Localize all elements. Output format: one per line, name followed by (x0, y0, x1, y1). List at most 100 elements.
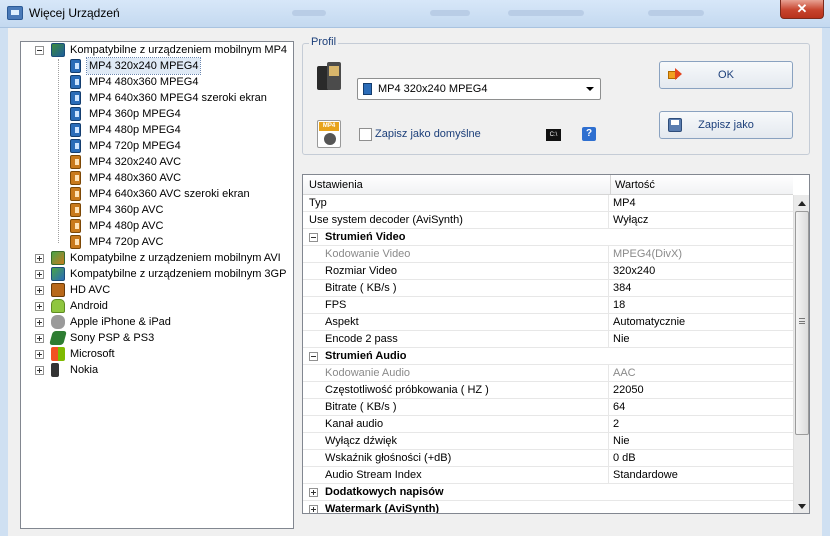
grid-row[interactable]: Audio Stream Index Standardowe (303, 467, 793, 484)
grid-row-value[interactable]: 22050 (613, 384, 644, 396)
tree-group-label[interactable]: Kompatybilne z urządzeniem mobilnym AVI (70, 250, 281, 266)
grid-row-value[interactable]: 64 (613, 401, 625, 413)
grid-row[interactable]: Use system decoder (AviSynth) Wyłącz (303, 212, 793, 229)
tree-group[interactable]: Nokia (21, 362, 293, 378)
expand-icon[interactable] (35, 254, 44, 263)
grid-row[interactable]: Wskaźnik głośności (+dB) 0 dB (303, 450, 793, 467)
collapse-icon[interactable] (309, 352, 318, 361)
grid-row-value[interactable]: 320x240 (613, 265, 655, 277)
expand-icon[interactable] (35, 286, 44, 295)
tree-item[interactable]: MP4 480p AVC (21, 218, 293, 234)
expand-icon[interactable] (35, 270, 44, 279)
tree-group[interactable]: Android (21, 298, 293, 314)
device-tree[interactable]: Kompatybilne z urządzeniem mobilnym MP4 M… (20, 41, 294, 529)
tree-group[interactable]: HD AVC (21, 282, 293, 298)
tree-item-label[interactable]: MP4 720p AVC (89, 234, 163, 250)
grid-row[interactable]: Typ MP4 (303, 195, 793, 212)
tree-item[interactable]: MP4 320x240 AVC (21, 154, 293, 170)
profile-select[interactable]: MP4 320x240 MPEG4 (357, 78, 601, 100)
tree-group[interactable]: Kompatybilne z urządzeniem mobilnym AVI (21, 250, 293, 266)
ok-button[interactable]: OK (659, 61, 793, 89)
expand-icon[interactable] (35, 350, 44, 359)
tree-item-label[interactable]: MP4 360p AVC (89, 202, 163, 218)
grid-category[interactable]: Strumień Video (303, 229, 793, 246)
grid-row[interactable]: FPS 18 (303, 297, 793, 314)
scrollbar-thumb[interactable] (795, 211, 809, 435)
tree-group[interactable]: Kompatybilne z urządzeniem mobilnym 3GP (21, 266, 293, 282)
tree-item[interactable]: MP4 720p AVC (21, 234, 293, 250)
grid-row-value[interactable]: AAC (613, 367, 636, 379)
grid-row[interactable]: Rozmiar Video 320x240 (303, 263, 793, 280)
tree-group[interactable]: Sony PSP & PS3 (21, 330, 293, 346)
save-default-checkbox[interactable] (359, 128, 372, 141)
tree-item[interactable]: MP4 480p MPEG4 (21, 122, 293, 138)
tree-group-label[interactable]: Kompatybilne z urządzeniem mobilnym 3GP (70, 266, 286, 282)
tree-item[interactable]: MP4 480x360 AVC (21, 170, 293, 186)
tree-item-label[interactable]: MP4 480p AVC (89, 218, 163, 234)
expand-icon[interactable] (35, 334, 44, 343)
grid-row[interactable]: Aspekt Automatycznie (303, 314, 793, 331)
tree-item-label[interactable]: MP4 320x240 MPEG4 (85, 57, 202, 75)
grid-row-value[interactable]: Automatycznie (613, 316, 685, 328)
tree-group-label[interactable]: Microsoft (70, 346, 115, 362)
grid-row-value[interactable]: 2 (613, 418, 619, 430)
tree-group-label[interactable]: Apple iPhone & iPad (70, 314, 171, 330)
grid-row[interactable]: Kodowanie Audio AAC (303, 365, 793, 382)
tree-item[interactable]: MP4 720p MPEG4 (21, 138, 293, 154)
grid-row-value[interactable]: Nie (613, 435, 630, 447)
grid-category[interactable]: Strumień Audio (303, 348, 793, 365)
expand-icon[interactable] (35, 302, 44, 311)
grid-row[interactable]: Bitrate ( KB/s ) 64 (303, 399, 793, 416)
expand-icon[interactable] (309, 488, 318, 497)
grid-category[interactable]: Dodatkowych napisów (303, 484, 793, 501)
grid-row-value[interactable]: Nie (613, 333, 630, 345)
column-header-settings[interactable]: Ustawienia (309, 179, 363, 191)
column-header-value[interactable]: Wartość (615, 179, 655, 191)
tree-item-label[interactable]: MP4 640x360 AVC szeroki ekran (89, 186, 250, 202)
tree-item[interactable]: MP4 360p AVC (21, 202, 293, 218)
tree-item[interactable]: MP4 640x360 MPEG4 szeroki ekran (21, 90, 293, 106)
tree-group-label[interactable]: Nokia (70, 362, 98, 378)
tree-item[interactable]: MP4 480x360 MPEG4 (21, 74, 293, 90)
tree-group-label[interactable]: HD AVC (70, 282, 110, 298)
expand-icon[interactable] (35, 366, 44, 375)
tree-item-label[interactable]: MP4 640x360 MPEG4 szeroki ekran (89, 90, 267, 106)
tree-item[interactable]: MP4 320x240 MPEG4 (21, 57, 293, 75)
scroll-down-icon[interactable] (798, 504, 806, 509)
grid-row[interactable]: Wyłącz dźwięk Nie (303, 433, 793, 450)
grid-scrollbar[interactable] (793, 195, 809, 513)
close-button[interactable]: ✕ (780, 0, 824, 19)
grid-row-value[interactable]: 0 dB (613, 452, 636, 464)
collapse-icon[interactable] (35, 46, 44, 55)
tree-item-label[interactable]: MP4 320x240 AVC (89, 154, 181, 170)
expand-icon[interactable] (309, 505, 318, 513)
grid-row[interactable]: Encode 2 pass Nie (303, 331, 793, 348)
collapse-icon[interactable] (309, 233, 318, 242)
save-default-label[interactable]: Zapisz jako domyślne (375, 128, 481, 140)
tree-group[interactable]: Microsoft (21, 346, 293, 362)
tree-item-label[interactable]: MP4 360p MPEG4 (89, 106, 181, 122)
tree-group-label[interactable]: Sony PSP & PS3 (70, 330, 154, 346)
grid-row[interactable]: Częstotliwość próbkowania ( HZ ) 22050 (303, 382, 793, 399)
grid-row-value[interactable]: MP4 (613, 197, 636, 209)
tree-item-label[interactable]: MP4 720p MPEG4 (89, 138, 181, 154)
tree-item-label[interactable]: MP4 480p MPEG4 (89, 122, 181, 138)
grid-row-value[interactable]: 384 (613, 282, 631, 294)
grid-row-value[interactable]: 18 (613, 299, 625, 311)
expand-icon[interactable] (35, 318, 44, 327)
tree-item[interactable]: MP4 360p MPEG4 (21, 106, 293, 122)
grid-row-value[interactable]: Standardowe (613, 469, 678, 481)
tree-group[interactable]: Apple iPhone & iPad (21, 314, 293, 330)
command-line-icon[interactable]: C:\ (546, 129, 561, 141)
help-icon[interactable]: ? (582, 127, 596, 141)
grid-row[interactable]: Kodowanie Video MPEG4(DivX) (303, 246, 793, 263)
tree-item-label[interactable]: MP4 480x360 MPEG4 (89, 74, 198, 90)
grid-row[interactable]: Kanał audio 2 (303, 416, 793, 433)
tree-item-label[interactable]: MP4 480x360 AVC (89, 170, 181, 186)
grid-row-value[interactable]: Wyłącz (613, 214, 648, 226)
grid-category[interactable]: Watermark (AviSynth) (303, 501, 793, 513)
tree-item[interactable]: MP4 640x360 AVC szeroki ekran (21, 186, 293, 202)
tree-group-label[interactable]: Kompatybilne z urządzeniem mobilnym MP4 (70, 42, 287, 58)
scroll-up-icon[interactable] (798, 201, 806, 206)
grid-row-value[interactable]: MPEG4(DivX) (613, 248, 682, 260)
